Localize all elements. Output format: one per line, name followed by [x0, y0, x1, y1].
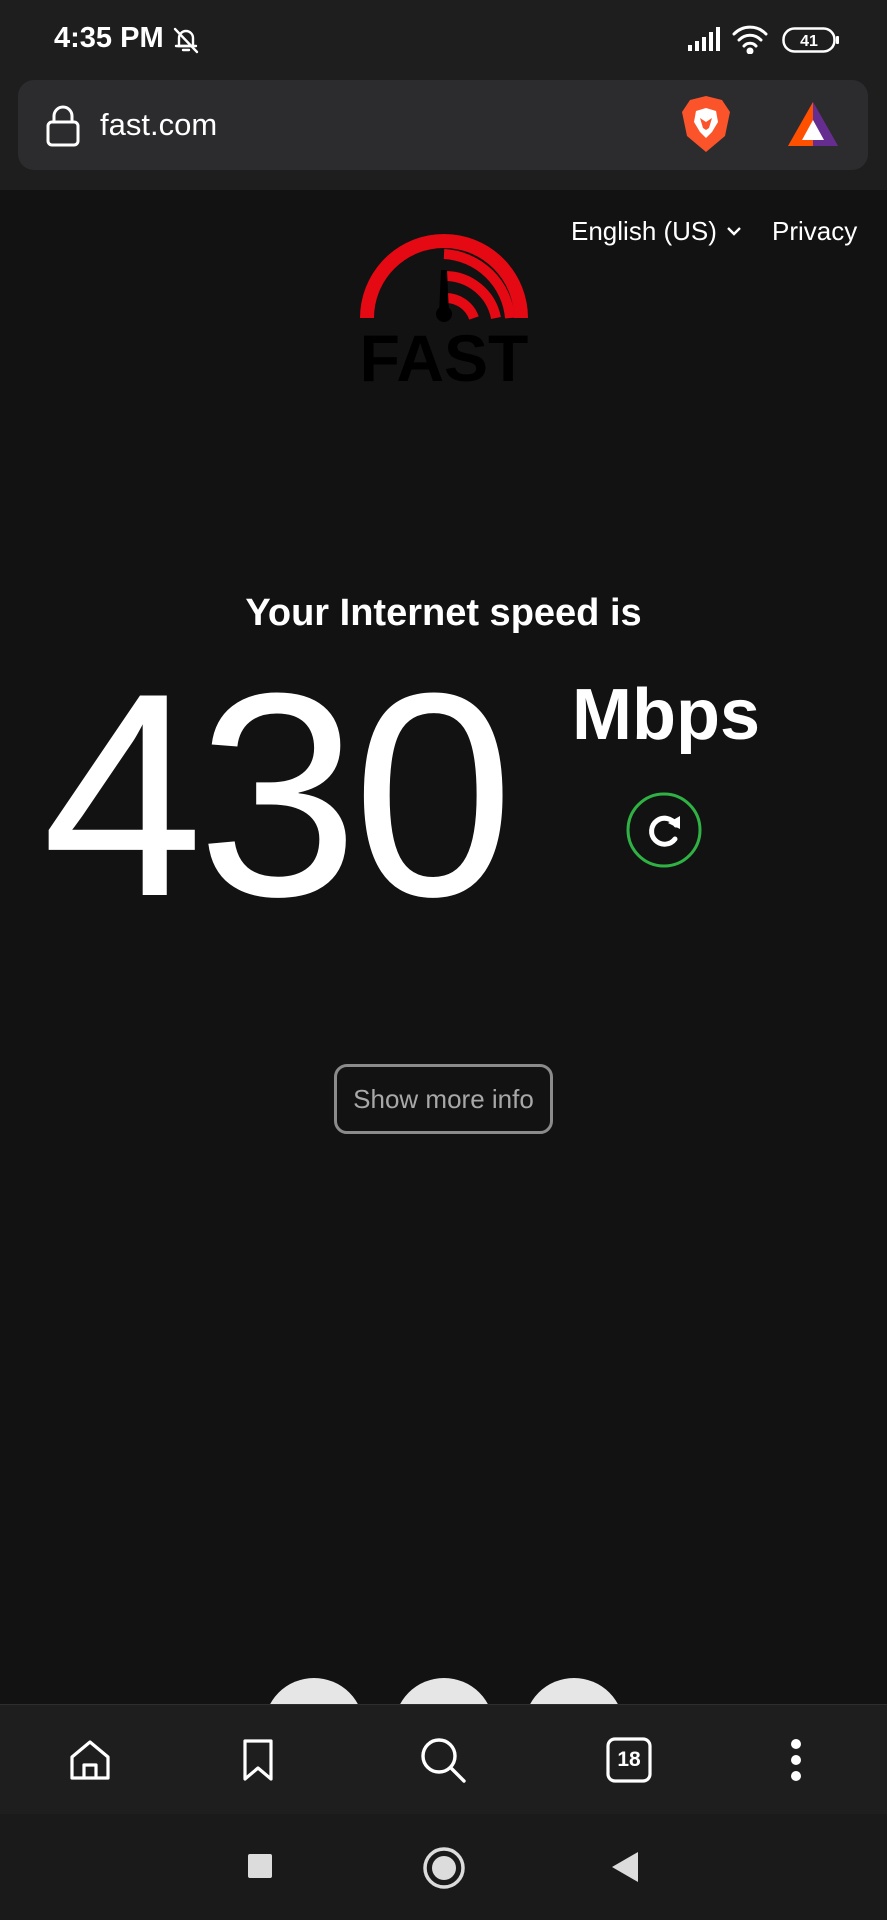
tabs-icon[interactable]: 18 [601, 1732, 657, 1788]
status-bar: 4:35 PM 41 [0, 0, 887, 80]
recents-icon[interactable] [246, 1852, 274, 1885]
system-nav-bar [0, 1814, 887, 1920]
back-icon[interactable] [610, 1850, 640, 1889]
speed-headline: Your Internet speed is [245, 592, 642, 634]
privacy-link[interactable]: Privacy [772, 216, 857, 247]
search-icon[interactable] [415, 1732, 471, 1788]
logo-text: FAST [360, 321, 529, 388]
speed-units: Mbps [572, 675, 760, 755]
lock-icon[interactable] [44, 104, 82, 153]
language-selector[interactable]: English (US) [571, 216, 717, 247]
browser-chrome: fast.com [0, 80, 887, 190]
fast-logo: FAST [352, 218, 536, 395]
battery-level: 41 [800, 33, 818, 50]
chevron-down-icon[interactable] [726, 224, 742, 242]
bell-off-icon [171, 25, 201, 60]
wifi-icon [732, 24, 768, 59]
browser-toolbar: 18 [0, 1704, 887, 1815]
url-text[interactable]: fast.com [100, 107, 217, 143]
battery-icon: 41 [782, 27, 840, 58]
home-nav-icon[interactable] [422, 1846, 466, 1895]
home-icon[interactable] [62, 1732, 118, 1788]
status-time: 4:35 PM [54, 22, 164, 54]
address-bar[interactable]: fast.com [18, 80, 868, 170]
more-icon[interactable] [768, 1732, 824, 1788]
bookmark-icon[interactable] [230, 1732, 286, 1788]
brave-rewards-icon[interactable] [786, 100, 840, 155]
signal-icon [687, 26, 723, 57]
speed-value: 430 [42, 633, 514, 957]
brave-shields-icon[interactable] [678, 94, 734, 159]
refresh-icon[interactable] [625, 791, 703, 869]
show-more-info-button[interactable]: Show more info [334, 1064, 553, 1134]
tab-count: 18 [617, 1748, 641, 1771]
